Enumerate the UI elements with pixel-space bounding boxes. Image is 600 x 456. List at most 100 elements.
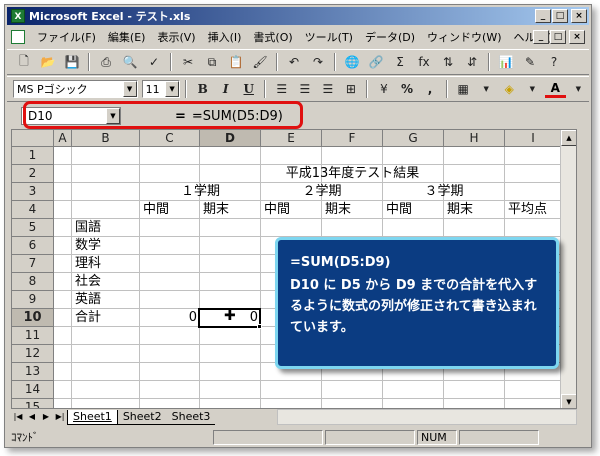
paste-icon[interactable]: 📋 xyxy=(225,51,247,73)
merge-center-icon[interactable]: ⊞ xyxy=(340,78,361,100)
borders-icon[interactable]: ▦ xyxy=(453,78,474,100)
row-header-3[interactable]: 3 xyxy=(12,183,54,201)
select-all-corner[interactable] xyxy=(12,130,54,147)
hyperlink-icon[interactable]: 🌐 xyxy=(341,51,363,73)
print-preview-icon[interactable]: 🔍 xyxy=(119,51,141,73)
row-header-10[interactable]: 10 xyxy=(12,309,54,327)
gridline xyxy=(71,147,72,408)
row-header-5[interactable]: 5 xyxy=(12,219,54,237)
scroll-up-icon[interactable]: ▲ xyxy=(561,130,576,146)
sort-descending-icon[interactable]: ⇵ xyxy=(461,51,483,73)
tab-sheet2[interactable]: Sheet2 xyxy=(117,410,167,425)
bold-button[interactable]: B xyxy=(192,78,213,100)
format-painter-icon[interactable]: 🖌 xyxy=(249,51,271,73)
menu-window[interactable]: ウィンドウ(W) xyxy=(421,29,507,45)
menu-tools[interactable]: ツール(T) xyxy=(299,29,359,45)
first-sheet-icon[interactable]: |◀ xyxy=(11,410,25,424)
minimize-button[interactable]: _ xyxy=(535,9,551,23)
restore-button[interactable]: □ xyxy=(552,9,568,23)
font-size-select[interactable]: 11 ▼ xyxy=(141,80,181,98)
menu-edit[interactable]: 編集(E) xyxy=(102,29,152,45)
last-sheet-icon[interactable]: ▶| xyxy=(53,410,67,424)
column-header-g[interactable]: G xyxy=(383,130,444,147)
row-header-11[interactable]: 11 xyxy=(12,327,54,345)
row-header-14[interactable]: 14 xyxy=(12,381,54,399)
open-folder-icon[interactable]: 📂 xyxy=(37,51,59,73)
print-icon[interactable]: ⎙ xyxy=(95,51,117,73)
column-header-e[interactable]: E xyxy=(261,130,322,147)
row-header-4[interactable]: 4 xyxy=(12,201,54,219)
save-icon[interactable]: 💾 xyxy=(61,51,83,73)
formula-input[interactable]: =SUM(D5:D9) xyxy=(192,109,283,124)
column-header-f[interactable]: F xyxy=(322,130,383,147)
row-header-1[interactable]: 1 xyxy=(12,147,54,165)
sort-ascending-icon[interactable]: ⇅ xyxy=(437,51,459,73)
italic-button[interactable]: I xyxy=(215,78,236,100)
new-file-icon[interactable]: 🗋 xyxy=(13,51,35,73)
row-header-15[interactable]: 15 xyxy=(12,399,54,408)
undo-icon[interactable]: ↶ xyxy=(283,51,305,73)
column-header-h[interactable]: H xyxy=(444,130,505,147)
percent-button[interactable]: % xyxy=(397,78,418,100)
align-center-icon[interactable]: ☰ xyxy=(294,78,315,100)
spelling-icon[interactable]: ✓ xyxy=(143,51,165,73)
row-header-12[interactable]: 12 xyxy=(12,345,54,363)
help-icon[interactable]: ? xyxy=(543,51,565,73)
menu-insert[interactable]: 挿入(I) xyxy=(202,29,248,45)
menu-view[interactable]: 表示(V) xyxy=(151,29,201,45)
column-header-a[interactable]: A xyxy=(54,130,72,147)
currency-icon[interactable]: ¥ xyxy=(373,78,394,100)
prev-sheet-icon[interactable]: ◀ xyxy=(25,410,39,424)
horizontal-scrollbar[interactable] xyxy=(277,409,577,425)
menu-format[interactable]: 書式(O) xyxy=(247,29,298,45)
menu-file[interactable]: ファイル(F) xyxy=(31,29,102,45)
column-header-d[interactable]: D xyxy=(200,130,261,147)
align-right-icon[interactable]: ☰ xyxy=(317,78,338,100)
font-color-button[interactable]: A xyxy=(544,80,566,98)
tab-sheet1[interactable]: Sheet1 xyxy=(67,409,118,425)
align-left-icon[interactable]: ☰ xyxy=(271,78,292,100)
close-button[interactable]: × xyxy=(571,9,587,23)
comma-button[interactable]: , xyxy=(420,78,441,100)
autosum-icon[interactable]: Σ xyxy=(389,51,411,73)
row-header-9[interactable]: 9 xyxy=(12,291,54,309)
underline-button[interactable]: U xyxy=(238,78,259,100)
drawing-icon[interactable]: ✎ xyxy=(519,51,541,73)
row-header-8[interactable]: 8 xyxy=(12,273,54,291)
row-header-6[interactable]: 6 xyxy=(12,237,54,255)
menu-data[interactable]: データ(D) xyxy=(359,29,421,45)
doc-restore-button[interactable]: □ xyxy=(550,30,566,44)
redo-icon[interactable]: ↷ xyxy=(307,51,329,73)
chevron-down-icon[interactable]: ▼ xyxy=(476,78,497,100)
chevron-down-icon[interactable]: ▼ xyxy=(522,78,543,100)
column-header-i[interactable]: I xyxy=(505,130,562,147)
chevron-down-icon[interactable]: ▼ xyxy=(568,78,589,100)
chevron-down-icon[interactable]: ▼ xyxy=(122,81,137,97)
next-sheet-icon[interactable]: ▶ xyxy=(39,410,53,424)
toolbar-separator xyxy=(170,53,172,71)
doc-minimize-button[interactable]: _ xyxy=(533,30,549,44)
fill-handle[interactable] xyxy=(257,324,262,329)
workbook-icon[interactable] xyxy=(11,30,25,44)
function-icon[interactable]: fx xyxy=(413,51,435,73)
web-toolbar-icon[interactable]: 🔗 xyxy=(365,51,387,73)
row-header-2[interactable]: 2 xyxy=(12,165,54,183)
cut-icon[interactable]: ✂ xyxy=(177,51,199,73)
column-header-b[interactable]: B xyxy=(72,130,140,147)
vertical-scrollbar[interactable]: ▲ ▼ xyxy=(560,130,576,408)
row-header-13[interactable]: 13 xyxy=(12,363,54,381)
formula-equals-button[interactable]: = xyxy=(175,109,186,124)
fill-color-icon[interactable]: ◈ xyxy=(499,78,520,100)
column-header-c[interactable]: C xyxy=(140,130,200,147)
chart-wizard-icon[interactable]: 📊 xyxy=(495,51,517,73)
chevron-down-icon[interactable]: ▼ xyxy=(165,81,180,97)
copy-icon[interactable]: ⧉ xyxy=(201,51,223,73)
row-header-7[interactable]: 7 xyxy=(12,255,54,273)
tab-sheet3[interactable]: Sheet3 xyxy=(166,410,216,425)
font-name-select[interactable]: MS Pゴシック ▼ xyxy=(13,80,138,98)
chevron-down-icon[interactable]: ▼ xyxy=(106,108,120,124)
scroll-down-icon[interactable]: ▼ xyxy=(561,394,576,408)
doc-close-button[interactable]: × xyxy=(569,30,585,44)
cell-c10[interactable]: 0 xyxy=(140,309,197,327)
name-box[interactable]: D10 ▼ xyxy=(21,107,121,125)
